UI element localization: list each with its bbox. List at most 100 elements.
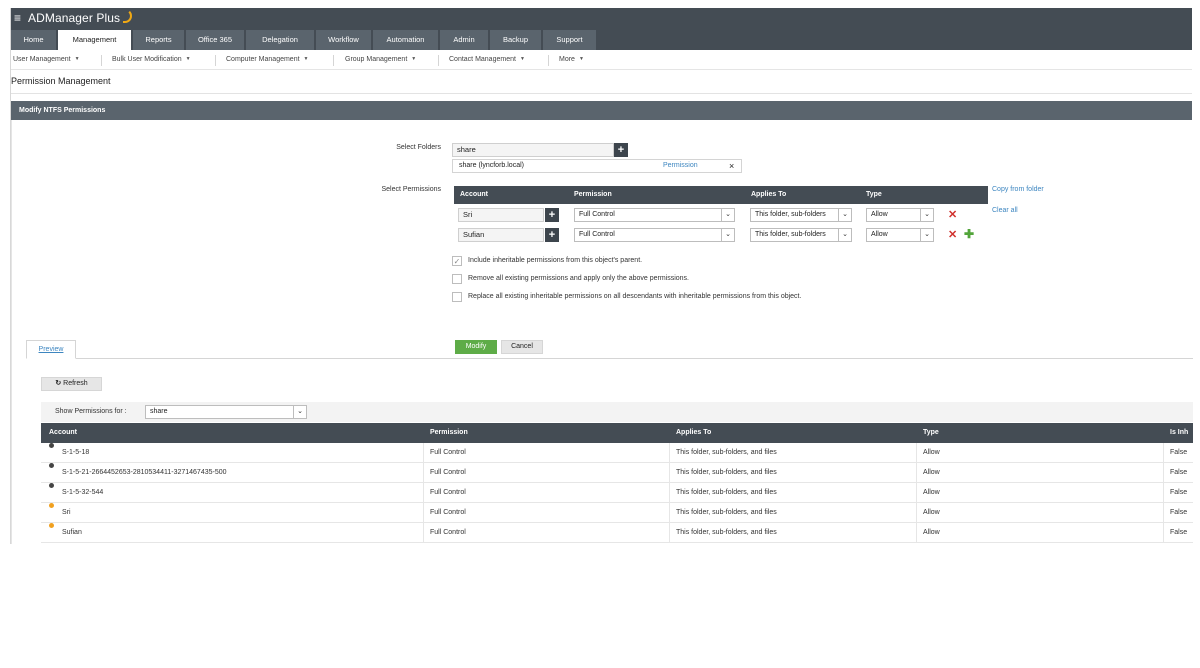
chevron-down-icon: ⌄ [838, 209, 851, 221]
add-folder-button[interactable]: + [614, 143, 628, 157]
option-include-inheritable[interactable]: ✓ Include inheritable permissions from t… [452, 256, 952, 268]
header-permission: Permission [574, 191, 612, 198]
include-inheritable-checkbox[interactable]: ✓ [452, 256, 462, 266]
selected-folder-chip: share (lyncforb.local) Permission × [452, 159, 742, 173]
subnav-divider [215, 55, 216, 66]
remove-existing-checkbox[interactable] [452, 274, 462, 284]
tab-automation[interactable]: Automation [373, 30, 439, 50]
status-dot [49, 463, 54, 468]
add-account-button[interactable]: + [545, 228, 559, 242]
account-input[interactable]: Sufian [458, 228, 544, 242]
brand-logo[interactable]: ADManager Plus [28, 11, 120, 25]
table-row: S-1-5-32-544 Full Control This folder, s… [41, 483, 1193, 503]
admanager-window: ≡ ADManager Plus Home Management Reports… [10, 8, 1193, 544]
refresh-button[interactable]: ↻ Refresh [41, 377, 102, 391]
subnav-bulk-user-modification[interactable]: Bulk User Modification ▼ [112, 50, 191, 70]
chevron-down-icon: ▼ [185, 56, 191, 62]
table-row: Sri Full Control This folder, sub-folder… [41, 503, 1193, 523]
preview-table-header: Account Permission Applies To Type Is In… [41, 423, 1193, 443]
selected-folder-name: share (lyncforb.local) [459, 162, 524, 169]
filter-label: Show Permissions for : [55, 408, 127, 415]
status-dot [49, 443, 54, 448]
delete-row-icon[interactable]: ✕ [948, 209, 957, 221]
select-folders-label: Select Folders [396, 144, 441, 151]
hamburger-menu-icon[interactable]: ≡ [14, 11, 21, 25]
page-title: Permission Management [11, 76, 111, 86]
tab-support[interactable]: Support [543, 30, 597, 50]
tab-preview[interactable]: Preview [26, 340, 76, 359]
select-permissions-label: Select Permissions [381, 186, 441, 193]
type-select[interactable]: Allow ⌄ [866, 208, 934, 222]
header-type: Type [866, 191, 882, 198]
account-input[interactable]: Sri [458, 208, 544, 222]
tab-reports[interactable]: Reports [133, 30, 185, 50]
chevron-down-icon: ▼ [578, 56, 584, 62]
option-replace-descendants[interactable]: Replace all existing inheritable permiss… [452, 292, 1052, 304]
permissions-table-header: Account Permission Applies To Type [454, 186, 988, 204]
chevron-down-icon: ▼ [303, 56, 309, 62]
subnav-contact-management[interactable]: Contact Management ▼ [449, 50, 525, 70]
sub-navigation: User Management ▼ Bulk User Modification ▼… [11, 50, 1192, 70]
chevron-down-icon: ⌄ [721, 209, 734, 221]
col-applies-to: Applies To [676, 429, 712, 436]
chevron-down-icon: ⌄ [721, 229, 734, 241]
subnav-divider [101, 55, 102, 66]
remove-folder-icon[interactable]: × [729, 160, 734, 172]
tab-office-365[interactable]: Office 365 [186, 30, 245, 50]
option-remove-existing[interactable]: Remove all existing permissions and appl… [452, 274, 952, 286]
clear-all-link[interactable]: Clear all [992, 207, 1018, 214]
brand-arc-icon [123, 9, 132, 23]
show-permissions-select[interactable]: share ⌄ [145, 405, 307, 419]
permission-select[interactable]: Full Control ⌄ [574, 228, 735, 242]
cancel-button[interactable]: Cancel [501, 340, 543, 354]
add-account-button[interactable]: + [545, 208, 559, 222]
subnav-divider [438, 55, 439, 66]
filter-bar: Show Permissions for : share ⌄ [41, 402, 1193, 422]
subnav-user-management[interactable]: User Management ▼ [13, 50, 80, 70]
subnav-more[interactable]: More ▼ [559, 50, 584, 70]
subnav-group-management[interactable]: Group Management ▼ [345, 50, 416, 70]
chevron-down-icon: ▼ [411, 56, 417, 62]
tab-home[interactable]: Home [11, 30, 57, 50]
modify-button[interactable]: Modify [455, 340, 497, 354]
copy-from-folder-link[interactable]: Copy from folder [992, 186, 1044, 193]
tab-management[interactable]: Management [58, 30, 132, 50]
col-type: Type [923, 429, 939, 436]
folder-input[interactable]: share [452, 143, 614, 157]
chevron-down-icon: ⌄ [838, 229, 851, 241]
col-account: Account [49, 429, 77, 436]
chevron-down-icon: ⌄ [920, 229, 933, 241]
chevron-down-icon: ▼ [74, 56, 80, 62]
top-bar: ≡ ADManager Plus [11, 8, 1192, 30]
type-select[interactable]: Allow ⌄ [866, 228, 934, 242]
chevron-down-icon: ▼ [519, 56, 525, 62]
tab-admin[interactable]: Admin [440, 30, 489, 50]
header-account: Account [460, 191, 488, 198]
table-row: S-1-5-21-2664452653-2810534411-327146743… [41, 463, 1193, 483]
main-tab-bar: Home Management Reports Office 365 Deleg… [11, 30, 1192, 50]
status-dot [49, 523, 54, 528]
section-header: Modify NTFS Permissions [11, 101, 1192, 120]
title-divider [11, 93, 1192, 94]
chevron-down-icon: ⌄ [920, 209, 933, 221]
preview-divider [26, 358, 1193, 359]
tab-backup[interactable]: Backup [490, 30, 542, 50]
subnav-computer-management[interactable]: Computer Management ▼ [226, 50, 309, 70]
folder-permission-link[interactable]: Permission [663, 160, 698, 172]
status-dot [49, 483, 54, 488]
status-dot [49, 503, 54, 508]
replace-descendants-checkbox[interactable] [452, 292, 462, 302]
tab-delegation[interactable]: Delegation [246, 30, 315, 50]
refresh-icon: ↻ [55, 380, 62, 387]
applies-to-select[interactable]: This folder, sub-folders ⌄ [750, 208, 852, 222]
delete-row-icon[interactable]: ✕ [948, 229, 957, 241]
col-is-inherited: Is Inh [1170, 429, 1189, 436]
table-row: S-1-5-18 Full Control This folder, sub-f… [41, 443, 1193, 463]
table-row: Sufian Full Control This folder, sub-fol… [41, 523, 1193, 543]
tab-workflow[interactable]: Workflow [316, 30, 372, 50]
permission-select[interactable]: Full Control ⌄ [574, 208, 735, 222]
subnav-divider [548, 55, 549, 66]
header-applies-to: Applies To [751, 191, 787, 198]
applies-to-select[interactable]: This folder, sub-folders ⌄ [750, 228, 852, 242]
add-row-icon[interactable]: ✚ [964, 228, 974, 240]
